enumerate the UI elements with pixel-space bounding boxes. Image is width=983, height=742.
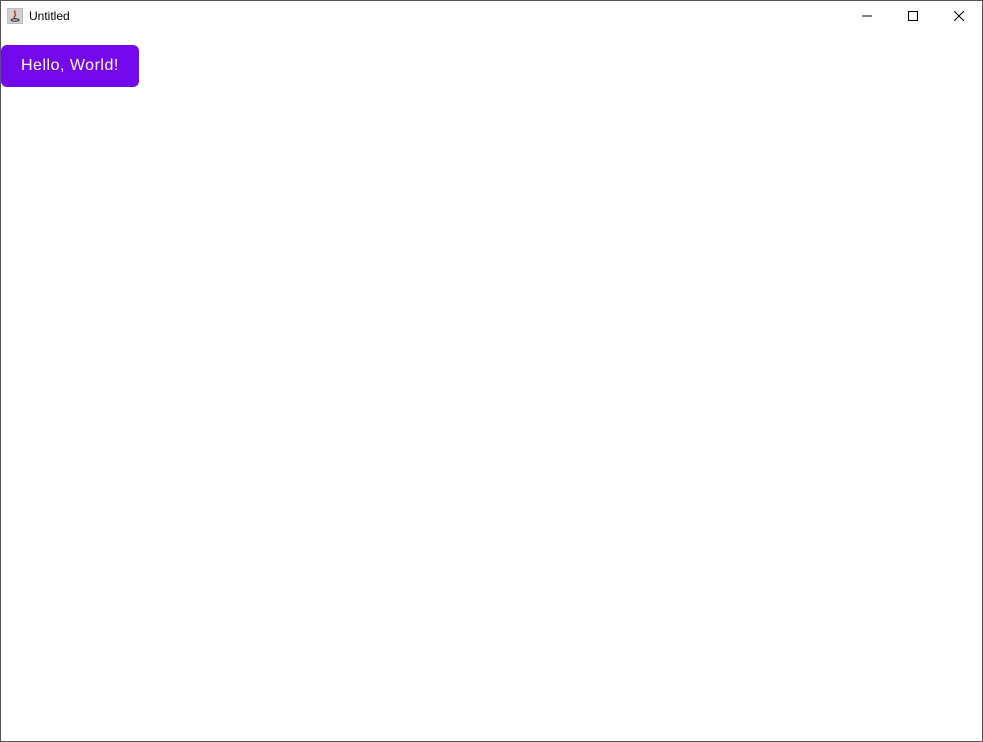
java-app-icon xyxy=(7,8,23,24)
window-content: Hello, World! xyxy=(1,31,982,741)
window-title: Untitled xyxy=(29,9,70,23)
titlebar: Untitled xyxy=(1,1,982,31)
close-icon xyxy=(954,11,964,21)
minimize-icon xyxy=(862,11,872,21)
close-button[interactable] xyxy=(936,1,982,31)
maximize-button[interactable] xyxy=(890,1,936,31)
maximize-icon xyxy=(908,11,918,21)
hello-world-button[interactable]: Hello, World! xyxy=(1,45,139,87)
app-window: Untitled Hello, World! xyxy=(0,0,983,742)
minimize-button[interactable] xyxy=(844,1,890,31)
window-controls xyxy=(844,1,982,31)
